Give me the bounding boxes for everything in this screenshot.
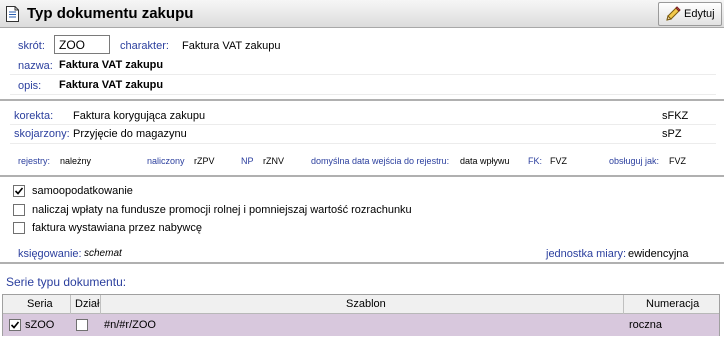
nazwa-label: nazwa: — [18, 60, 53, 72]
skojarzony-value: Przyjęcie do magazynu — [73, 128, 187, 140]
charakter-label: charakter: — [120, 40, 169, 52]
series-table: Seria Dział Szablon Numeracja sZOO #n/#r… — [2, 294, 720, 336]
divider — [10, 143, 716, 144]
divider — [10, 94, 716, 95]
section-separator — [0, 99, 724, 101]
skrot-field[interactable]: ZOO — [54, 35, 110, 54]
column-header-seria[interactable]: Seria — [27, 298, 53, 310]
skrot-label: skrót: — [18, 40, 45, 52]
np-value: rZNV — [263, 156, 284, 166]
skojarzony-label: skojarzony: — [14, 128, 70, 140]
np-label: NP — [241, 156, 254, 166]
edit-button-label: Edytuj — [684, 8, 715, 20]
naliczaj-checkbox[interactable] — [13, 204, 25, 216]
opis-label: opis: — [18, 80, 42, 92]
column-header-szablon[interactable]: Szablon — [346, 298, 386, 310]
fk-label: FK: — [528, 156, 543, 166]
naliczaj-label: naliczaj wpłaty na fundusze promocji rol… — [32, 204, 412, 216]
naliczony-value: rZPV — [194, 156, 215, 166]
title-bar: Typ dokumentu zakupu Edytuj — [0, 0, 724, 28]
checkmark-icon — [10, 321, 20, 329]
opis-value: Faktura VAT zakupu — [59, 79, 164, 91]
series-section-title: Serie typu dokumentu: — [6, 275, 127, 289]
fk-value: FVZ — [550, 156, 567, 166]
checkmark-icon — [14, 187, 24, 195]
column-header-dzial[interactable]: Dział — [75, 298, 99, 310]
page-title: Typ dokumentu zakupu — [27, 5, 194, 22]
column-header-numeracja[interactable]: Numeracja — [646, 298, 699, 310]
ksiegowanie-value: schemat — [84, 248, 122, 259]
table-header: Seria Dział Szablon Numeracja — [3, 295, 719, 314]
dzial-checkbox[interactable] — [76, 319, 88, 331]
domyslna-data-value: data wpływu — [460, 156, 510, 166]
faktura-nabywcy-label: faktura wystawiana przez nabywcę — [32, 222, 202, 234]
column-divider — [623, 295, 624, 314]
divider — [10, 74, 716, 75]
cell-szablon: #n/#r/ZOO — [104, 319, 156, 331]
korekta-code: sFKZ — [662, 110, 689, 122]
obsluguj-label: obsługuj jak: — [609, 156, 660, 166]
obsluguj-value: FVZ — [669, 156, 686, 166]
section-separator — [0, 262, 724, 264]
column-divider — [100, 295, 101, 314]
samoopodatkowanie-label: samoopodatkowanie — [32, 185, 133, 197]
row-select-checkbox[interactable] — [9, 319, 21, 331]
korekta-value: Faktura korygująca zakupu — [73, 110, 206, 122]
korekta-label: korekta: — [14, 110, 54, 122]
document-icon — [6, 6, 19, 22]
jednostka-miary-label: jednostka miary: — [546, 248, 627, 260]
skojarzony-code: sPZ — [662, 128, 682, 140]
pencil-icon — [666, 6, 681, 21]
ksiegowanie-label: księgowanie: — [18, 248, 82, 260]
cell-seria: sZOO — [25, 319, 55, 331]
rejestry-value: należny — [60, 156, 92, 166]
column-divider — [70, 295, 71, 314]
charakter-value: Faktura VAT zakupu — [182, 40, 281, 52]
samoopodatkowanie-checkbox[interactable] — [13, 185, 25, 197]
table-row[interactable]: sZOO #n/#r/ZOO roczna — [3, 314, 719, 336]
edit-button[interactable]: Edytuj — [658, 2, 722, 26]
naliczony-label: naliczony — [147, 156, 185, 166]
domyslna-data-label: domyślna data wejścia do rejestru: — [311, 156, 450, 166]
rejestry-label: rejestry: — [18, 156, 51, 166]
faktura-nabywcy-checkbox[interactable] — [13, 222, 25, 234]
cell-numeracja: roczna — [629, 319, 663, 331]
jednostka-miary-value: ewidencyjna — [628, 248, 689, 260]
nazwa-value: Faktura VAT zakupu — [59, 59, 164, 71]
section-separator — [0, 175, 724, 177]
divider — [10, 124, 716, 125]
